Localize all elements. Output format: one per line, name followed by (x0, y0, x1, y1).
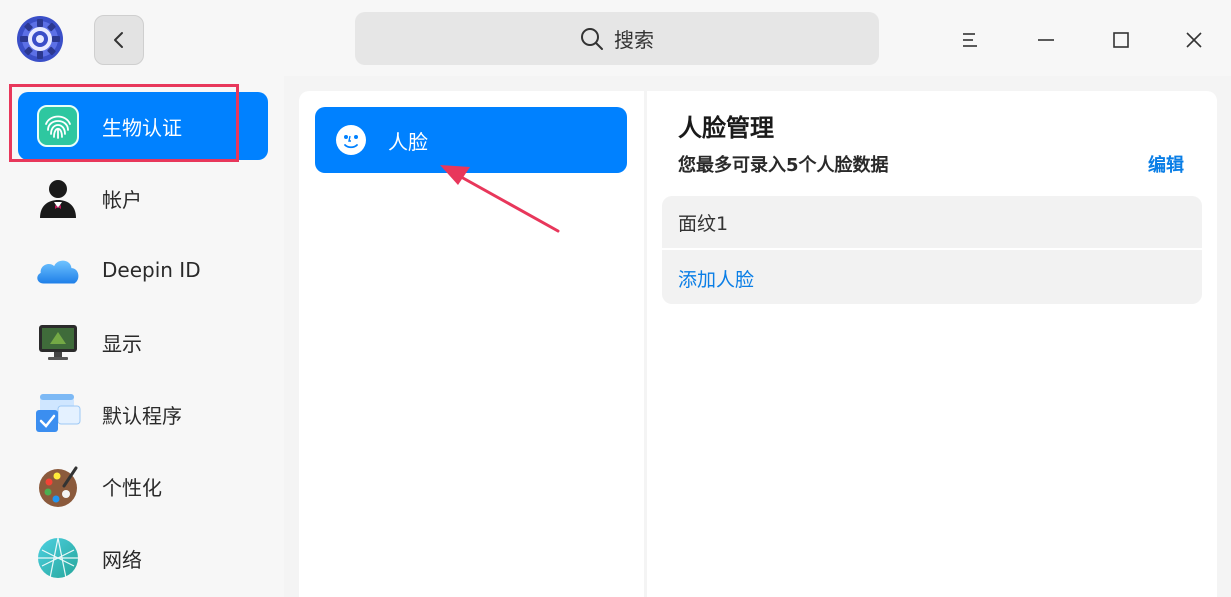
close-button[interactable] (1174, 20, 1214, 60)
search-placeholder: 搜索 (614, 28, 654, 52)
cloud-icon (34, 246, 82, 294)
back-button[interactable] (94, 15, 144, 65)
close-icon (1186, 32, 1202, 48)
sidebar-item-label: 个性化 (102, 475, 162, 500)
maximize-button[interactable] (1101, 20, 1141, 60)
sidebar-item-display[interactable]: 显示 (18, 308, 268, 376)
face-management-panel: 人脸管理 您最多可录入5个人脸数据 编辑 面纹1 添加人脸 (647, 91, 1217, 597)
sidebar-item-biometric[interactable]: 生物认证 (18, 92, 268, 160)
sidebar-item-label: 显示 (102, 331, 142, 356)
sidebar-item-default-apps[interactable]: 默认程序 (18, 380, 268, 448)
default-apps-icon (34, 390, 82, 438)
edit-link[interactable]: 编辑 (1148, 151, 1184, 177)
user-avatar-icon (34, 174, 82, 222)
page-title: 人脸管理 (678, 114, 774, 142)
sidebar-item-label: 生物认证 (102, 115, 182, 140)
chevron-left-icon (114, 32, 123, 48)
sidebar-item-label: 默认程序 (102, 403, 182, 428)
sidebar-item-account[interactable]: 帐户 (18, 164, 268, 232)
add-face-button[interactable]: 添加人脸 (662, 252, 1202, 304)
search-input[interactable]: 搜索 (355, 12, 879, 65)
annotation-arrow (440, 165, 560, 233)
hamburger-menu-icon (963, 33, 977, 47)
sidebar-item-label: Deepin ID (102, 258, 201, 282)
title-bar: 搜索 (0, 0, 1231, 76)
network-icon (34, 534, 82, 582)
search-icon (581, 27, 603, 50)
list-item-label: 人脸 (388, 129, 428, 154)
face-icon (336, 125, 366, 155)
settings-gear-icon[interactable] (16, 15, 64, 63)
maximize-icon (1113, 32, 1129, 48)
face-list: 面纹1 添加人脸 (662, 196, 1202, 304)
minimize-button[interactable] (1026, 20, 1066, 60)
sidebar-item-deepin-id[interactable]: Deepin ID (18, 236, 268, 304)
menu-button[interactable] (950, 20, 990, 60)
fingerprint-icon (34, 102, 82, 150)
sidebar-item-network[interactable]: 网络 (18, 524, 268, 592)
sidebar-item-label: 网络 (102, 547, 142, 572)
palette-icon (34, 462, 82, 510)
minimize-icon (1038, 39, 1054, 41)
sidebar: 生物认证 帐户 Deepin ID 显示 默认程序 个性化 网络 (0, 76, 284, 597)
face-list-item[interactable]: 面纹1 (662, 196, 1202, 250)
sidebar-item-personalization[interactable]: 个性化 (18, 452, 268, 520)
face-limit-text: 您最多可录入5个人脸数据 (678, 155, 889, 176)
sidebar-item-label: 帐户 (102, 187, 142, 212)
monitor-icon (34, 318, 82, 366)
